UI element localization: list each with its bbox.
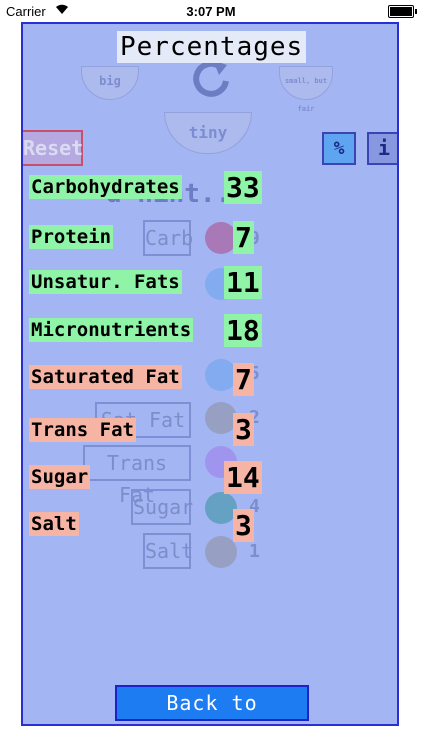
nutrient-label-saturated-fat: Saturated Fat <box>29 365 182 389</box>
nutrient-value-sugar: 14 <box>224 461 262 494</box>
bowl-big-label: big <box>99 74 121 88</box>
nutrient-value-salt: 3 <box>233 509 254 542</box>
nutrient-value-unsaturated-fats: 11 <box>224 266 262 299</box>
bowl-small: small, but fair <box>279 66 333 113</box>
bg-sugar-button: Sugar <box>131 489 193 525</box>
page-title: Percentages <box>117 31 307 63</box>
nutrient-value-trans-fat: 3 <box>233 413 254 446</box>
nutrient-label-unsaturated-fats: Unsatur. Fats <box>29 270 182 294</box>
percent-button[interactable]: % <box>322 132 356 165</box>
nutrient-label-salt: Salt <box>29 512 79 536</box>
nutrient-label-sugar: Sugar <box>29 465 91 489</box>
bowl-tiny: tiny <box>164 112 252 154</box>
refresh-icon <box>189 57 235 105</box>
percentages-panel: big small, but fair tiny d hint... Carb … <box>21 22 399 726</box>
nutrient-value-micronutrients: 18 <box>224 314 262 347</box>
bg-count: 1 <box>249 541 260 562</box>
nutrient-value-saturated-fat: 7 <box>233 363 254 396</box>
status-bar: Carrier 3:07 PM <box>0 0 422 22</box>
info-button[interactable]: i <box>367 132 397 165</box>
nutrient-value-carbohydrates: 33 <box>224 171 262 204</box>
nutrient-label-trans-fat: Trans Fat <box>29 418 136 442</box>
battery-icon <box>388 5 417 18</box>
reset-button[interactable]: Reset <box>23 130 83 166</box>
bowl-small-label: small, but fair <box>284 77 328 113</box>
bg-salt-button: Salt <box>143 533 193 569</box>
bowl-big: big <box>81 66 139 100</box>
bowl-tiny-label: tiny <box>188 123 228 142</box>
bg-carb-button: Carb <box>143 220 193 256</box>
nutrient-label-carbohydrates: Carbohydrates <box>29 175 182 199</box>
bg-transfat-button: Trans Fat <box>83 445 191 507</box>
nutrient-label-protein: Protein <box>29 225 114 249</box>
clock: 3:07 PM <box>186 4 236 19</box>
nutrient-value-protein: 7 <box>233 221 254 254</box>
nutrient-label-micronutrients: Micronutrients <box>29 318 194 342</box>
back-to-tracker-button[interactable]: Back to Tracker <box>115 685 309 724</box>
